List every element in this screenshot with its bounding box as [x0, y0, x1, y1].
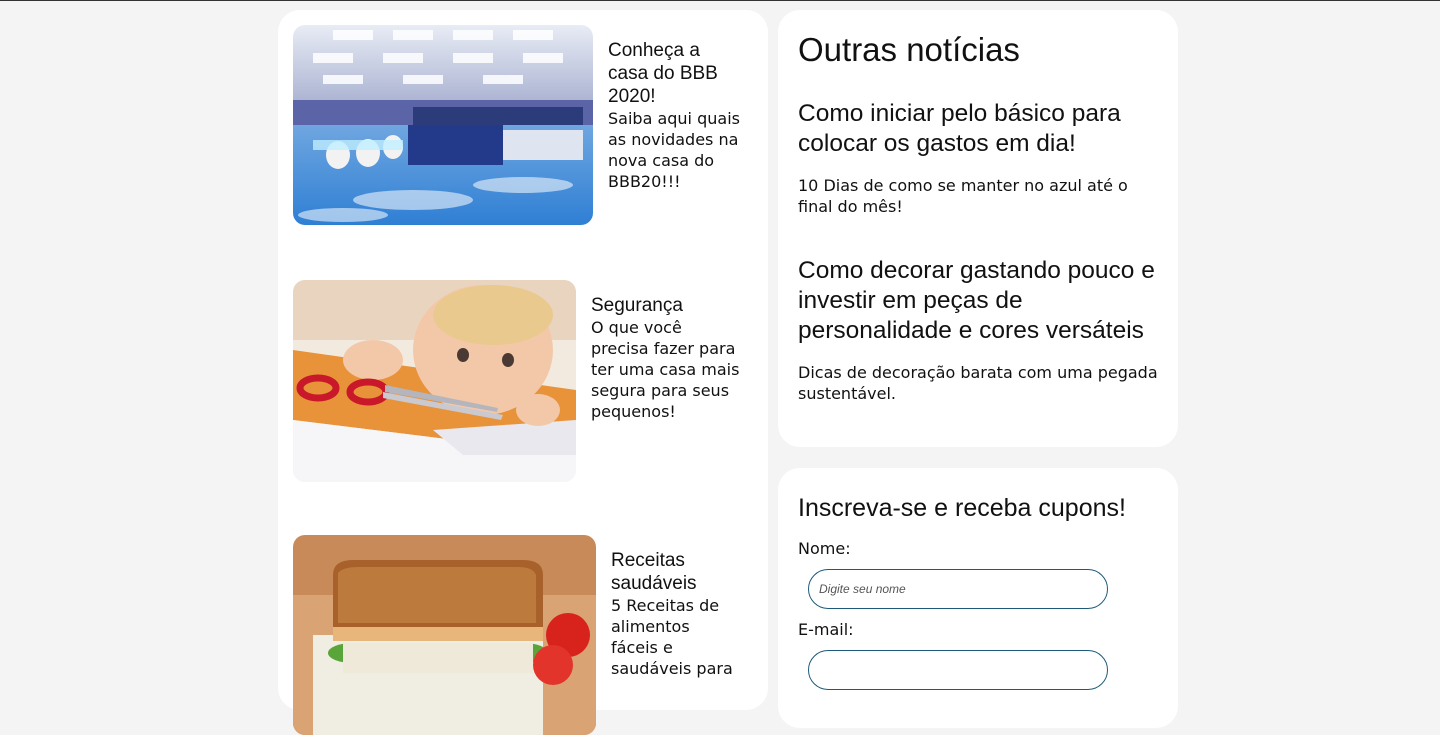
email-label: E-mail: [798, 620, 854, 639]
article-image-baby-scissors[interactable] [293, 280, 576, 482]
news-item[interactable]: Como decorar gastando pouco e investir e… [798, 256, 1163, 404]
article-item[interactable]: Receitas saudáveis 5 Receitas de aliment… [293, 535, 741, 735]
article-item[interactable]: Conheça a casa do BBB 2020! Saiba aqui q… [293, 25, 743, 225]
news-title[interactable]: Como decorar gastando pouco e investir e… [798, 256, 1163, 346]
name-label: Nome: [798, 539, 851, 558]
article-item[interactable]: Segurança O que você precisa fazer para … [293, 280, 741, 482]
article-description: O que você precisa fazer para ter uma ca… [591, 318, 740, 421]
article-image-bbb-house[interactable] [293, 25, 593, 225]
article-description: Saiba aqui quais as novidades na nova ca… [608, 109, 740, 191]
other-news-card: Outras notícias Como iniciar pelo básico… [778, 10, 1178, 447]
subscribe-card: Inscreva-se e receba cupons! Nome: E-mai… [778, 468, 1178, 728]
article-description: 5 Receitas de alimentos fáceis e saudáve… [611, 596, 733, 678]
name-input[interactable] [808, 569, 1108, 609]
news-description: Dicas de decoração barata com uma pegada… [798, 363, 1158, 403]
article-image-sandwich[interactable] [293, 535, 596, 735]
article-title[interactable]: Segurança [591, 294, 741, 317]
articles-card: Conheça a casa do BBB 2020! Saiba aqui q… [278, 10, 768, 735]
news-title[interactable]: Como iniciar pelo básico para colocar os… [798, 99, 1163, 159]
email-input[interactable] [808, 650, 1108, 690]
other-news-heading: Outras notícias [798, 31, 1020, 68]
subscribe-heading: Inscreva-se e receba cupons! [798, 494, 1126, 522]
news-item[interactable]: Como iniciar pelo básico para colocar os… [798, 99, 1163, 217]
article-title[interactable]: Conheça a casa do BBB 2020! [608, 39, 743, 108]
article-title[interactable]: Receitas saudáveis [611, 549, 741, 595]
news-description: 10 Dias de como se manter no azul até o … [798, 176, 1128, 216]
